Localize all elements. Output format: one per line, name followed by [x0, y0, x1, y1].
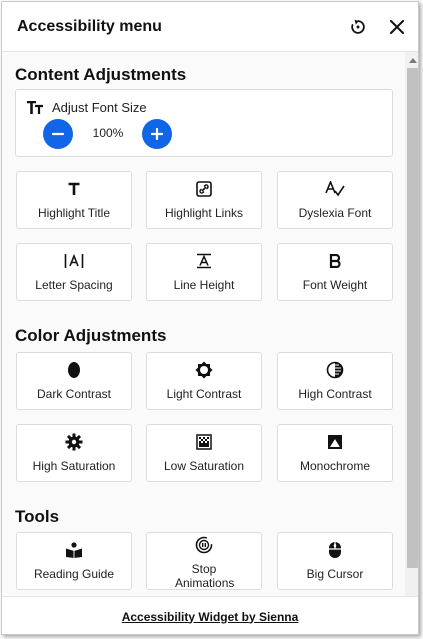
- dyslexia-icon: [325, 181, 345, 197]
- tile-label: Highlight Links: [164, 206, 244, 220]
- minus-icon: [52, 132, 64, 136]
- font-size-icon: [27, 100, 43, 114]
- stop-animations-button[interactable]: Stop Animations: [146, 532, 262, 590]
- bold-icon: [329, 254, 341, 268]
- decrease-font-button[interactable]: [43, 119, 73, 149]
- monochrome-button[interactable]: Monochrome: [277, 424, 393, 482]
- link-icon: [196, 181, 212, 197]
- tile-label: Stop Animations: [175, 562, 235, 590]
- scroll-thumb[interactable]: [407, 68, 418, 568]
- font-size-value: 100%: [92, 126, 124, 140]
- tile-label: Big Cursor: [306, 567, 364, 581]
- scroll-up-arrow-icon[interactable]: [409, 58, 417, 63]
- tile-label: Dyslexia Font: [298, 206, 372, 220]
- letter-spacing-icon: [64, 253, 84, 268]
- line-height-icon: [197, 253, 211, 269]
- vertical-scrollbar[interactable]: [405, 52, 418, 596]
- low-saturation-button[interactable]: Low Saturation: [146, 424, 262, 482]
- tile-label: Highlight Title: [37, 206, 111, 220]
- dyslexia-font-button[interactable]: Dyslexia Font: [277, 171, 393, 229]
- letter-spacing-button[interactable]: Letter Spacing: [16, 243, 132, 301]
- line-height-button[interactable]: Line Height: [146, 243, 262, 301]
- high-saturation-icon: [65, 433, 83, 451]
- title-icon: [68, 182, 80, 195]
- dark-contrast-button[interactable]: Dark Contrast: [16, 352, 132, 410]
- light-contrast-button[interactable]: Light Contrast: [146, 352, 262, 410]
- tile-label: Low Saturation: [163, 459, 245, 473]
- tile-label: High Contrast: [298, 387, 372, 401]
- menu-content: Content Adjustments Adjust Font Size 100…: [2, 52, 404, 596]
- plus-icon: [151, 128, 163, 140]
- stop-animations-icon: [195, 536, 213, 554]
- tile-label: Light Contrast: [166, 387, 242, 401]
- reading-guide-button[interactable]: Reading Guide: [16, 532, 132, 590]
- dark-contrast-icon: [68, 362, 80, 378]
- tile-label: Letter Spacing: [35, 278, 113, 292]
- light-contrast-icon: [195, 361, 213, 379]
- reading-guide-icon: [66, 542, 82, 558]
- accessibility-panel: Accessibility menu Content Adjustments A…: [1, 1, 419, 635]
- font-weight-button[interactable]: Font Weight: [277, 243, 393, 301]
- monochrome-icon: [328, 435, 342, 449]
- font-size-label-row: Adjust Font Size: [26, 100, 147, 115]
- tile-label: Reading Guide: [33, 567, 115, 581]
- increase-font-button[interactable]: [142, 119, 172, 149]
- highlight-links-button[interactable]: Highlight Links: [146, 171, 262, 229]
- panel-header: Accessibility menu: [2, 2, 418, 52]
- panel-title: Accessibility menu: [17, 17, 162, 35]
- font-size-control: Adjust Font Size 100%: [15, 89, 393, 157]
- high-contrast-button[interactable]: High Contrast: [277, 352, 393, 410]
- mouse-icon: [329, 542, 341, 558]
- high-contrast-icon: [326, 361, 344, 379]
- tile-label: Line Height: [173, 278, 235, 292]
- close-icon: [390, 20, 404, 34]
- tile-label: High Saturation: [32, 459, 116, 473]
- tile-label: Dark Contrast: [36, 387, 112, 401]
- tile-label: Monochrome: [299, 459, 371, 473]
- reset-icon: [351, 19, 365, 34]
- close-button[interactable]: [385, 15, 409, 39]
- tile-label: Font Weight: [302, 278, 368, 292]
- section-title-color: Color Adjustments: [15, 326, 167, 345]
- low-saturation-icon: [196, 434, 212, 450]
- reset-button[interactable]: [346, 15, 370, 39]
- sienna-widget-link[interactable]: Accessibility Widget by Sienna: [122, 610, 299, 624]
- font-size-label: Adjust Font Size: [52, 100, 147, 115]
- section-title-tools: Tools: [15, 507, 60, 526]
- panel-footer: Accessibility Widget by Sienna: [2, 596, 418, 634]
- highlight-title-button[interactable]: Highlight Title: [16, 171, 132, 229]
- big-cursor-button[interactable]: Big Cursor: [277, 532, 393, 590]
- section-title-content: Content Adjustments: [15, 65, 187, 84]
- high-saturation-button[interactable]: High Saturation: [16, 424, 132, 482]
